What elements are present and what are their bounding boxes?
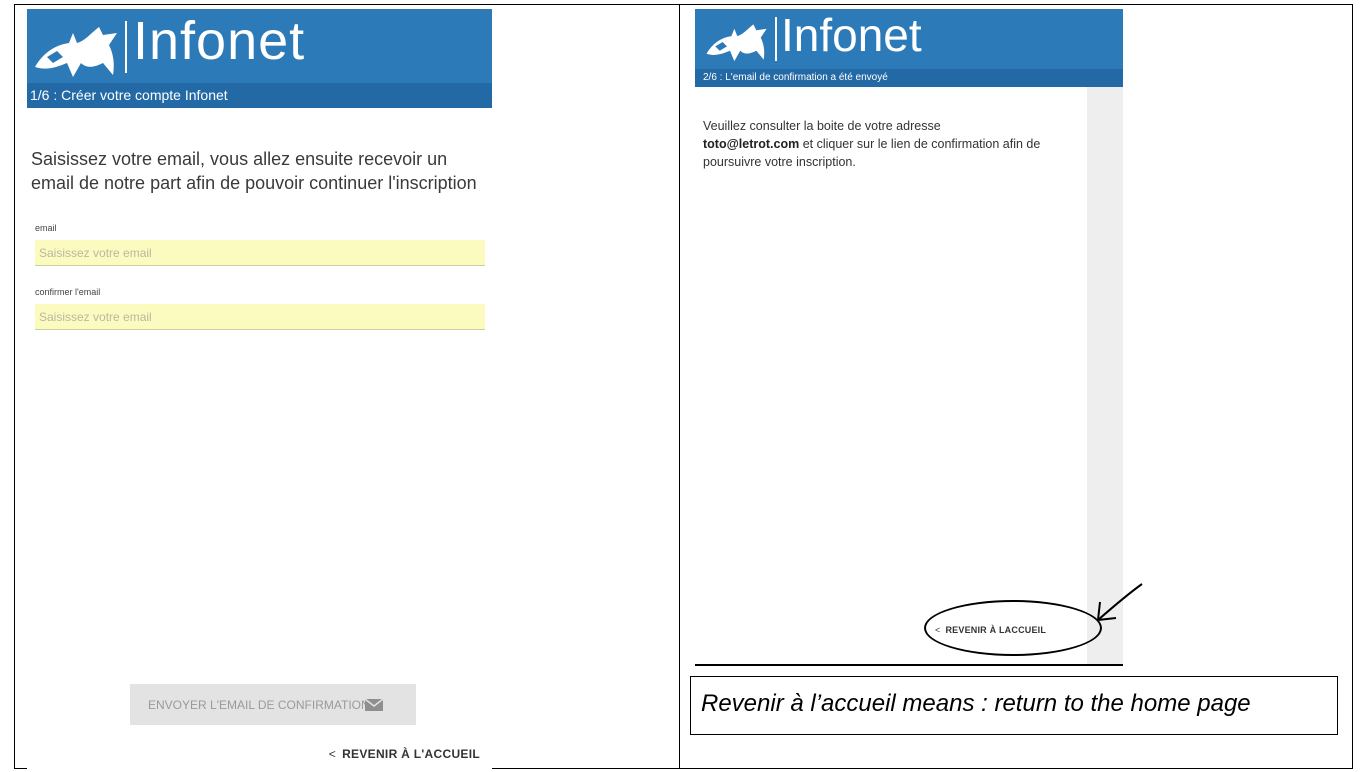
send-confirmation-label: ENVOYER L'EMAIL DE CONFIRMATION bbox=[148, 698, 370, 712]
translation-note-text: Revenir à l’accueil means : return to th… bbox=[701, 690, 1251, 717]
step-indicator: 1/6 : Créer votre compte Infonet bbox=[27, 83, 492, 108]
brand-name: Infonet bbox=[781, 9, 922, 61]
app-header: Infonet 2/6 : L'email de confirmation a … bbox=[695, 9, 1123, 87]
annotation-arrow-icon bbox=[1097, 583, 1143, 621]
translation-note: Revenir à l’accueil means : return to th… bbox=[690, 676, 1338, 735]
panel-divider bbox=[679, 4, 680, 769]
chevron-left-icon: < bbox=[328, 747, 337, 761]
annotation-underline bbox=[695, 664, 1123, 666]
message-text-before: Veuillez consulter la boite de votre adr… bbox=[703, 119, 941, 133]
confirm-email-label: confirmer l'email bbox=[35, 287, 101, 297]
annotation-circle bbox=[924, 600, 1102, 656]
user-email: toto@letrot.com bbox=[703, 137, 800, 151]
step-indicator: 2/6 : L'email de confirmation a été envo… bbox=[695, 69, 1123, 87]
brand-name: Infonet bbox=[133, 11, 306, 71]
email-input[interactable] bbox=[35, 240, 485, 266]
back-home-label: REVENIR À L'ACCUEIL bbox=[342, 747, 480, 761]
email-label: email bbox=[35, 223, 57, 233]
back-home-link[interactable]: < REVENIR À L'ACCUEIL bbox=[329, 747, 480, 761]
step1-screen: Infonet 1/6 : Créer votre compte Infonet… bbox=[27, 9, 492, 769]
logo-separator bbox=[775, 17, 777, 61]
horse-logo-icon bbox=[35, 27, 117, 77]
horse-logo-icon bbox=[706, 24, 767, 62]
intro-text: Saisissez votre email, vous allez ensuit… bbox=[31, 149, 477, 193]
send-confirmation-button[interactable]: ENVOYER L'EMAIL DE CONFIRMATION bbox=[130, 684, 416, 725]
mail-icon bbox=[365, 699, 383, 711]
step2-screen: Infonet 2/6 : L'email de confirmation a … bbox=[695, 9, 1123, 664]
app-header: Infonet 1/6 : Créer votre compte Infonet bbox=[27, 9, 492, 108]
scrollbar-track[interactable] bbox=[1087, 9, 1123, 664]
confirmation-message: Veuillez consulter la boite de votre adr… bbox=[703, 117, 1083, 171]
confirm-email-input[interactable] bbox=[35, 304, 485, 330]
logo-separator bbox=[125, 21, 127, 73]
